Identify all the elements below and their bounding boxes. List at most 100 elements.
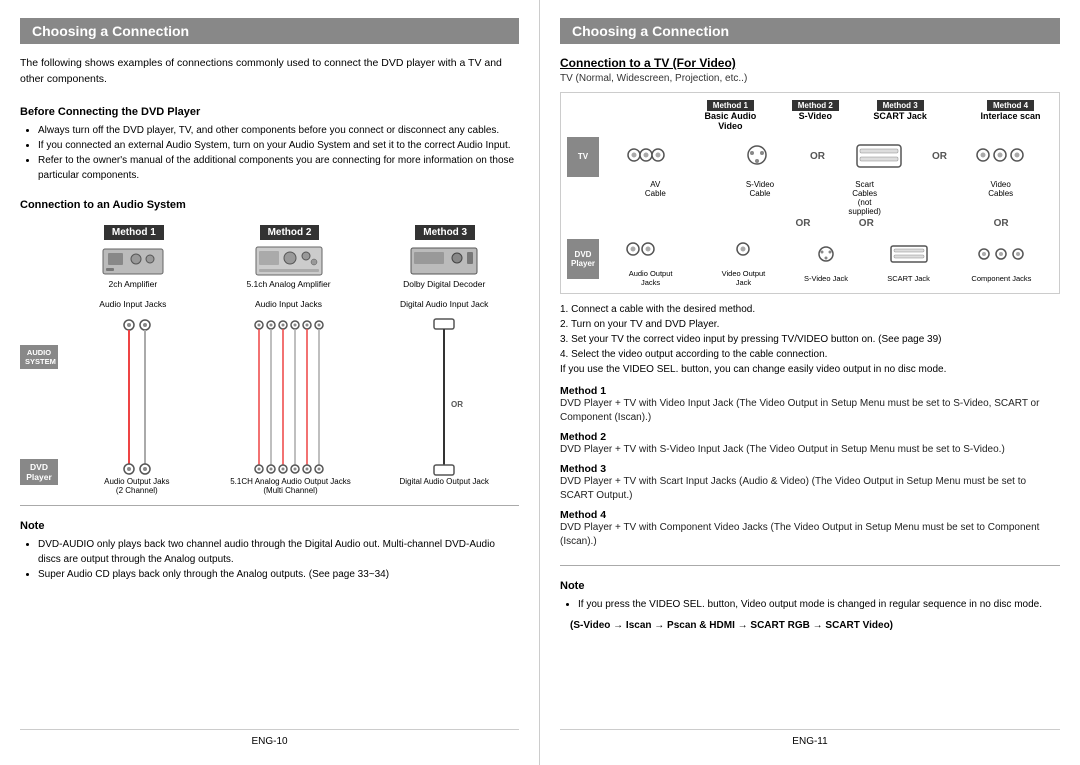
tv-col4	[948, 135, 1053, 178]
left-labels: AUDIO SYSTEM DVD Player	[20, 317, 58, 495]
left-page-number: ENG-10	[20, 729, 519, 747]
col1-output-label: Audio Output Jaks (2 Channel)	[104, 477, 169, 495]
right-half: Choosing a Connection Connection to a TV…	[540, 0, 1080, 765]
instructions: 1. Connect a cable with the desired meth…	[560, 302, 1060, 377]
method-badge-3: Method 3	[415, 225, 475, 240]
method4-title: Method 4	[560, 509, 1060, 521]
or-label-c: OR	[949, 218, 1053, 229]
dvd-component-jacks-svg	[974, 236, 1029, 271]
dvd-row: DVD Player Audio OutputJacks	[567, 231, 1053, 287]
audio-heading: Connection to an Audio System	[20, 199, 519, 211]
note-1: DVD-AUDIO only plays back two channel au…	[38, 537, 519, 567]
before-heading: Before Connecting the DVD Player	[20, 106, 519, 118]
cable-label-4: VideoCables	[948, 180, 1053, 216]
tv-col3	[826, 135, 931, 178]
right-note-section: Note If you press the VIDEO SEL. button,…	[560, 565, 1060, 631]
audio-system-label: AUDIO SYSTEM	[20, 345, 58, 369]
col3-output-label: Digital Audio Output Jack	[399, 477, 488, 486]
amplifier-2ch-icon	[98, 244, 168, 279]
or-label-b: OR	[814, 218, 918, 229]
tv-method-1: Method 1	[707, 100, 754, 111]
or-label-a: OR	[707, 218, 815, 229]
bullet-1: Always turn off the DVD player, TV, and …	[38, 123, 519, 138]
cable-label-1: AVCable	[603, 180, 708, 216]
tv-method-2: Method 2	[792, 100, 839, 111]
dvd-scart-jack: SCART Jack	[867, 236, 950, 283]
right-note-heading: Note	[560, 580, 1060, 592]
instruction-4: 4. Select the video output according to …	[560, 347, 1060, 362]
dvd-video-jack-svg	[728, 231, 758, 266]
col3-equipment: Dolby Digital Decoder Digital Audio Inpu…	[369, 244, 519, 309]
equipment-row: 2ch Amplifier Audio Input Jacks 5.1ch An…	[58, 244, 519, 309]
amplifier-51ch-icon	[254, 244, 324, 279]
method3-desc: DVD Player + TV with Scart Input Jacks (…	[560, 475, 1060, 503]
col-label-1: Basic AudioVideo	[688, 111, 773, 131]
note-heading: Note	[20, 520, 519, 532]
cable-labels-row: AVCable S-VideoCable ScartCables(notsupp…	[603, 180, 1053, 216]
bullet-2: If you connected an external Audio Syste…	[38, 138, 519, 153]
right-title: Choosing a Connection	[560, 18, 1060, 44]
dvd-audio-jacks-svg	[623, 231, 678, 266]
methods-row: Method 1 Method 2 Method 3	[60, 226, 519, 238]
method-block-2: Method 2 DVD Player + TV with S-Video In…	[560, 431, 1060, 457]
dvd-video-jack: Video OutputJack	[702, 231, 785, 287]
note-section: Note DVD-AUDIO only plays back two chann…	[20, 505, 519, 590]
tv-method-4: Method 4	[987, 100, 1034, 111]
diagram-area: AUDIO SYSTEM DVD Player	[20, 317, 519, 495]
tv-method-headers: Method 1 Method 2 Method 3 Method 4	[603, 99, 1053, 111]
method1-title: Method 1	[560, 385, 1060, 397]
tv-col2	[704, 135, 809, 178]
svg-text:OR: OR	[451, 400, 463, 409]
col3-wire-svg: OR	[419, 317, 469, 477]
method2-desc: DVD Player + TV with S-Video Input Jack …	[560, 443, 1060, 457]
wire-diagrams: Audio Output Jaks (2 Channel)	[62, 317, 519, 495]
bullet-3: Refer to the owner's manual of the addit…	[38, 153, 519, 183]
method4-desc: DVD Player + TV with Component Video Jac…	[560, 521, 1060, 549]
col1-device-label: 2ch Amplifier	[109, 279, 158, 289]
dvd-component-jacks: Component Jacks	[950, 236, 1053, 283]
col3-input-label: Digital Audio Input Jack	[400, 299, 488, 309]
dvd-scart-label: SCART Jack	[867, 274, 950, 283]
tv-col-labels: Basic AudioVideo S-Video SCART Jack Inte…	[603, 111, 1053, 131]
page-container: Choosing a Connection The following show…	[0, 0, 1080, 765]
note-2: Super Audio CD plays back only through t…	[38, 567, 519, 582]
col-label-4: Interlace scan	[968, 111, 1053, 131]
instruction-2: 2. Turn on your TV and DVD Player.	[560, 317, 1060, 332]
instruction-3: 3. Set your TV the correct video input b…	[560, 332, 1060, 347]
tv-col1	[599, 135, 704, 178]
left-title: Choosing a Connection	[20, 18, 519, 44]
dvd-jacks: Audio OutputJacks Video OutputJack	[599, 231, 1053, 287]
col-label-3: SCART Jack	[858, 111, 943, 131]
method1-desc: DVD Player + TV with Video Input Jack (T…	[560, 397, 1060, 425]
method-block-1: Method 1 DVD Player + TV with Video Inpu…	[560, 385, 1060, 425]
tv-component-jacks-svg	[973, 135, 1028, 175]
instruction-1: 1. Connect a cable with the desired meth…	[560, 302, 1060, 317]
right-note-bold: (S-Video → Iscan → Pscan & HDMI → SCART …	[560, 620, 1060, 631]
tv-jacks: OR OR	[599, 135, 1053, 178]
tv-method-3: Method 3	[877, 100, 924, 111]
or-2: OR	[932, 151, 947, 162]
dvd-audio-jacks: Audio OutputJacks	[599, 231, 702, 287]
cable-label-2: S-VideoCable	[708, 180, 813, 216]
cable-label-3: ScartCables(notsupplied)	[812, 180, 917, 216]
col-label-2: S-Video	[773, 111, 858, 131]
tv-row: TV	[567, 135, 1053, 178]
dvd-component-label: Component Jacks	[950, 274, 1053, 283]
tv-row-label: TV	[567, 137, 599, 177]
col2-wire-svg	[251, 317, 331, 477]
method2-title: Method 2	[560, 431, 1060, 443]
method-block-3: Method 3 DVD Player + TV with Scart Inpu…	[560, 463, 1060, 503]
col2-equipment: 5.1ch Analog Amplifier Audio Input Jacks	[214, 244, 364, 309]
or-1: OR	[810, 151, 825, 162]
method-badge-2: Method 2	[260, 225, 320, 240]
right-page-number: ENG-11	[560, 729, 1060, 747]
dvd-svideo-label: S-Video Jack	[785, 274, 868, 283]
col3-wires: OR Digital Audio Output Jack	[369, 317, 519, 495]
or-row: OR OR OR	[603, 218, 1053, 229]
tv-av-jacks-svg	[624, 135, 679, 175]
dolby-decoder-icon	[409, 244, 479, 279]
left-half: Choosing a Connection The following show…	[0, 0, 540, 765]
note-list: DVD-AUDIO only plays back two channel au…	[20, 537, 519, 582]
instruction-5: If you use the VIDEO SEL. button, you ca…	[560, 362, 1060, 377]
col1-wire-svg	[107, 317, 167, 477]
